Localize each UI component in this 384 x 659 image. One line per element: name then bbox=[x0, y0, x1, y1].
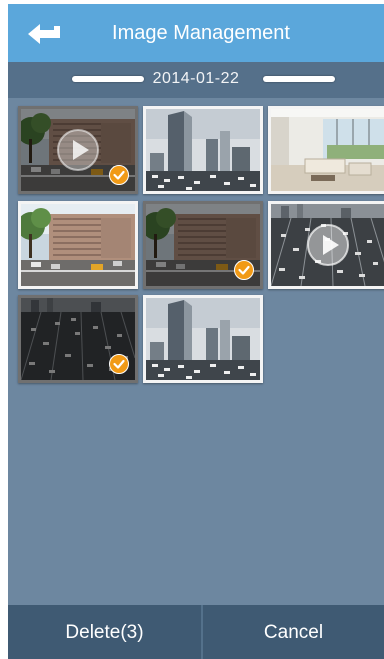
date-bar: 2014-01-22 bbox=[8, 62, 384, 98]
check-icon bbox=[109, 354, 129, 374]
cancel-button[interactable]: Cancel bbox=[203, 605, 384, 659]
check-icon bbox=[234, 260, 254, 280]
thumbnail-item[interactable] bbox=[268, 106, 384, 194]
date-divider-right bbox=[263, 76, 335, 82]
check-icon bbox=[109, 165, 129, 185]
thumbnail-item[interactable] bbox=[143, 201, 263, 289]
thumbnail-image bbox=[21, 204, 135, 286]
thumbnail-item[interactable] bbox=[143, 295, 263, 383]
thumbnail-item[interactable] bbox=[18, 295, 138, 383]
thumbnail-image bbox=[146, 298, 260, 380]
play-icon bbox=[307, 224, 349, 266]
thumbnail-image bbox=[271, 109, 384, 191]
thumbnail-item[interactable] bbox=[18, 201, 138, 289]
play-icon bbox=[57, 129, 99, 171]
delete-button[interactable]: Delete(3) bbox=[8, 605, 201, 659]
app-screen: Image Management 2014-01-22 Delete(3) Ca… bbox=[8, 4, 384, 659]
thumbnail-item[interactable] bbox=[143, 106, 263, 194]
thumbnail-item[interactable] bbox=[18, 106, 138, 194]
action-bar: Delete(3) Cancel bbox=[8, 605, 384, 659]
thumbnail-image bbox=[146, 109, 260, 191]
title-bar: Image Management bbox=[8, 4, 384, 62]
page-title: Image Management bbox=[112, 22, 290, 44]
thumbnail-item[interactable] bbox=[268, 201, 384, 289]
